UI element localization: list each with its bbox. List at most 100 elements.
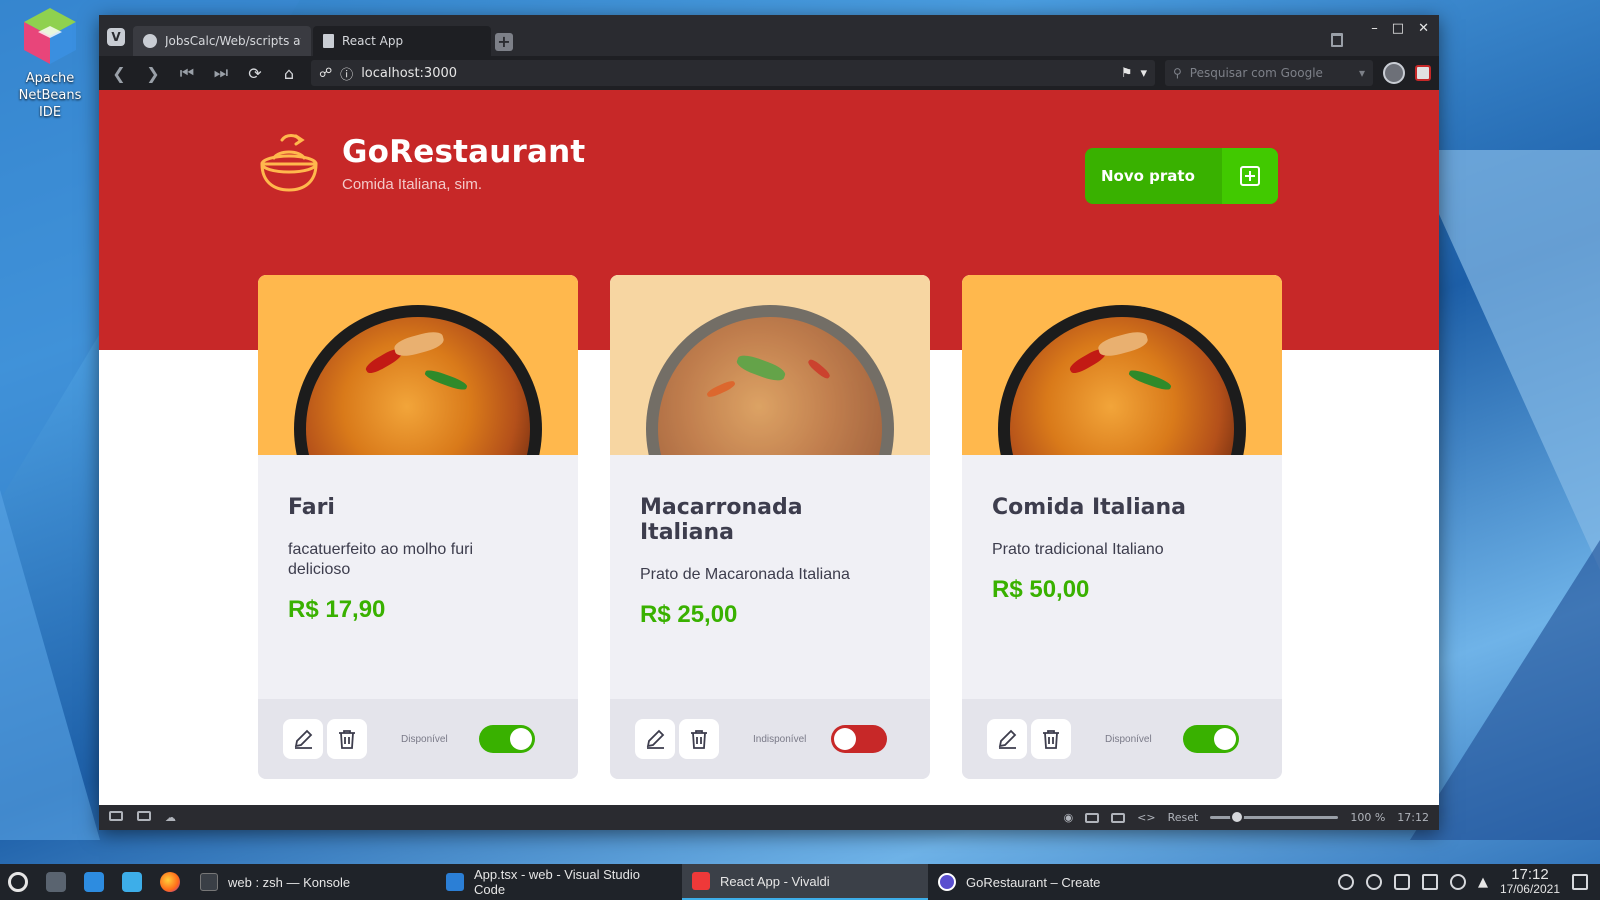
new-dish-label: Novo prato bbox=[1101, 167, 1195, 185]
task-manager-icon[interactable] bbox=[46, 872, 66, 892]
pencil-icon bbox=[998, 729, 1017, 749]
chevron-down-icon[interactable]: ▾ bbox=[1359, 66, 1365, 80]
task-konsole[interactable]: web : zsh — Konsole bbox=[190, 864, 436, 900]
pencil-icon bbox=[294, 729, 313, 749]
address-bar: ❮ ❯ ⏮ ⏭ ⟳ ⌂ ☍ ⓘ localhost:3000 ⚑ ▾ ⚲ Pes… bbox=[99, 56, 1439, 90]
brand: GoRestaurant Comida Italiana, sim. bbox=[256, 130, 585, 196]
browser-window: V JobsCalc/Web/scripts at m React App + … bbox=[99, 15, 1439, 830]
home-icon[interactable]: ⌂ bbox=[277, 64, 301, 83]
minimize-icon[interactable]: – bbox=[1371, 21, 1378, 36]
forward-icon[interactable]: ❯ bbox=[141, 64, 165, 83]
app-subtitle: Comida Italiana, sim. bbox=[342, 175, 483, 193]
tab-react-app[interactable]: React App bbox=[313, 26, 491, 56]
camera-icon[interactable]: ◉ bbox=[1064, 811, 1074, 824]
food-image bbox=[258, 275, 578, 455]
shield-icon[interactable]: ☍ bbox=[319, 66, 332, 81]
bookmark-icon[interactable]: ⚑ bbox=[1121, 66, 1133, 81]
profile-avatar[interactable] bbox=[1383, 62, 1405, 84]
page-actions-icon[interactable]: <> bbox=[1137, 811, 1155, 824]
availability-label: Disponível bbox=[1105, 733, 1152, 745]
new-dish-button[interactable]: Novo prato bbox=[1085, 148, 1278, 204]
tab-label: JobsCalc/Web/scripts at m bbox=[165, 34, 301, 48]
file-manager-icon[interactable] bbox=[122, 872, 142, 892]
images-icon[interactable] bbox=[1111, 812, 1126, 823]
edit-button[interactable] bbox=[283, 719, 323, 759]
desktop-background-shape bbox=[0, 490, 100, 840]
vivaldi-icon bbox=[692, 872, 710, 890]
availability-toggle[interactable] bbox=[1183, 725, 1239, 753]
reload-icon[interactable]: ⟳ bbox=[243, 64, 267, 83]
extension-icon[interactable] bbox=[1415, 65, 1431, 81]
cloud-sync-icon[interactable]: ☁ bbox=[165, 811, 176, 824]
system-tray: ▲ 17:12 17/06/2021 bbox=[1337, 867, 1600, 896]
zoom-reset-button[interactable]: Reset bbox=[1168, 811, 1199, 824]
maximize-icon[interactable]: □ bbox=[1392, 21, 1404, 36]
zoom-slider-thumb[interactable] bbox=[1230, 810, 1245, 824]
food-image-dish bbox=[294, 305, 542, 455]
pencil-icon bbox=[646, 729, 665, 749]
notifications-icon[interactable] bbox=[1337, 874, 1354, 890]
edit-button[interactable] bbox=[987, 719, 1027, 759]
edit-button[interactable] bbox=[635, 719, 675, 759]
status-clock: 17:12 bbox=[1397, 811, 1429, 824]
clipboard-icon[interactable] bbox=[1393, 874, 1410, 890]
chevron-down-icon[interactable]: ▾ bbox=[1140, 66, 1147, 81]
delete-button[interactable] bbox=[327, 719, 367, 759]
food-card: Comida Italiana Prato tradicional Italia… bbox=[962, 275, 1282, 779]
taskbar: web : zsh — Konsole App.tsx - web - Visu… bbox=[0, 864, 1600, 900]
food-image-dish bbox=[998, 305, 1246, 455]
food-body: Fari facatuerfeito ao molho furi delicio… bbox=[258, 455, 578, 624]
close-icon[interactable]: ✕ bbox=[1418, 21, 1429, 36]
task-gorestaurant[interactable]: GoRestaurant – Create bbox=[928, 864, 1174, 900]
availability-toggle[interactable] bbox=[831, 725, 887, 753]
delete-button[interactable] bbox=[679, 719, 719, 759]
tab-github[interactable]: JobsCalc/Web/scripts at m bbox=[133, 26, 311, 56]
store-icon[interactable] bbox=[84, 872, 104, 892]
task-vscode[interactable]: App.tsx - web - Visual Studio Code bbox=[436, 864, 682, 900]
desktop-icon-netbeans[interactable]: Apache NetBeans IDE bbox=[6, 6, 94, 121]
availability-toggle[interactable] bbox=[479, 725, 535, 753]
volume-icon[interactable] bbox=[1449, 874, 1466, 890]
updates-icon[interactable] bbox=[1365, 874, 1382, 890]
search-placeholder: Pesquisar com Google bbox=[1189, 66, 1323, 80]
url-text: localhost:3000 bbox=[361, 65, 458, 81]
clock[interactable]: 17:12 17/06/2021 bbox=[1499, 867, 1560, 896]
fast-forward-icon[interactable]: ⏭ bbox=[209, 63, 233, 83]
toggle-knob bbox=[1214, 728, 1236, 750]
rewind-icon[interactable]: ⏮ bbox=[175, 63, 199, 83]
availability-label: Indisponível bbox=[753, 733, 807, 745]
search-field[interactable]: ⚲ Pesquisar com Google ▾ bbox=[1165, 60, 1373, 86]
app-launcher-icon[interactable] bbox=[8, 872, 28, 892]
github-icon bbox=[143, 34, 157, 48]
page-tiling-icon[interactable] bbox=[1085, 812, 1100, 823]
panel-toggle-icon[interactable] bbox=[109, 811, 123, 821]
tab-tiling-icon[interactable] bbox=[137, 811, 151, 821]
toggle-knob bbox=[834, 728, 856, 750]
desktop-icon-label: Apache bbox=[25, 71, 75, 86]
bowl-logo-icon bbox=[260, 134, 318, 192]
url-field[interactable]: ☍ ⓘ localhost:3000 ⚑ ▾ bbox=[311, 60, 1155, 86]
site-info-icon[interactable]: ⓘ bbox=[340, 64, 353, 83]
zoom-slider[interactable] bbox=[1210, 810, 1339, 824]
clock-date: 17/06/2021 bbox=[1499, 882, 1560, 896]
delete-button[interactable] bbox=[1031, 719, 1071, 759]
toggle-knob bbox=[510, 728, 532, 750]
food-name: Comida Italiana bbox=[992, 495, 1186, 520]
task-vivaldi[interactable]: React App - Vivaldi bbox=[682, 864, 928, 900]
new-tab-button[interactable]: + bbox=[495, 33, 513, 51]
tray-expand-icon[interactable]: ▲ bbox=[1478, 875, 1488, 890]
trash-icon bbox=[1043, 730, 1059, 749]
back-icon[interactable]: ❮ bbox=[107, 64, 131, 83]
food-price: R$ 17,90 bbox=[288, 596, 386, 623]
firefox-icon[interactable] bbox=[160, 872, 180, 892]
network-icon[interactable] bbox=[1421, 874, 1438, 890]
food-description: facatuerfeito ao molho furi delicioso bbox=[288, 541, 473, 578]
show-desktop-icon[interactable] bbox=[1572, 874, 1588, 890]
plus-square-icon bbox=[1222, 148, 1278, 204]
closed-tabs-trash-icon[interactable] bbox=[1331, 33, 1343, 47]
vivaldi-menu-icon[interactable]: V bbox=[107, 28, 125, 46]
netbeans-icon bbox=[22, 6, 78, 66]
food-footer: Disponível bbox=[962, 699, 1282, 779]
trash-icon bbox=[339, 730, 355, 749]
tab-label: React App bbox=[342, 34, 404, 48]
